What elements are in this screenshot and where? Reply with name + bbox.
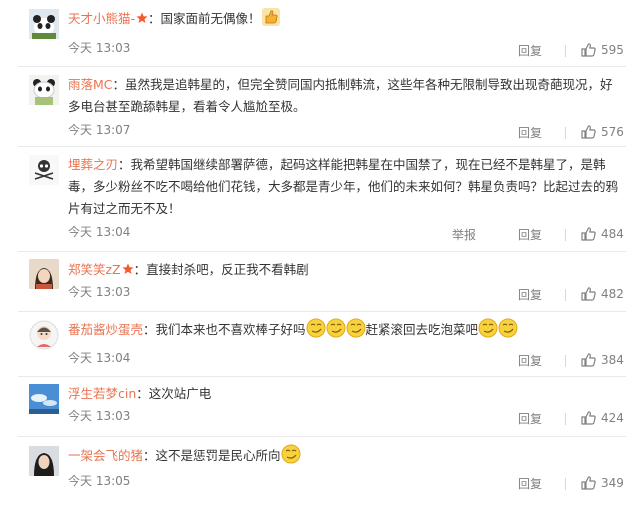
- comment-item: 郑笑笑zZ ：直接封杀吧，反正我不看韩剧 今天 13:03 回复 482: [18, 252, 626, 312]
- like-icon: [581, 476, 596, 490]
- reply-button[interactable]: 回复: [518, 475, 542, 492]
- smirk-emoji-icon: [305, 318, 326, 338]
- divider: [565, 413, 566, 425]
- like-count: 349: [601, 475, 624, 490]
- reply-button[interactable]: 回复: [518, 226, 542, 243]
- username-link[interactable]: 埋葬之刃: [68, 157, 118, 172]
- divider: [565, 127, 566, 139]
- comment-list: 天才小熊猫- ：国家面前无偶像！ 今天 13:03 回复 595 雨落MC：虽然我…: [0, 0, 638, 512]
- like-button[interactable]: 424: [581, 410, 624, 425]
- like-count: 424: [601, 410, 624, 425]
- username-link[interactable]: 一架会飞的猪: [68, 448, 143, 463]
- comment-item: 浮生若梦cin：这次站广电 今天 13:03 回复 424: [18, 377, 626, 437]
- username-link[interactable]: 浮生若梦cin: [68, 386, 136, 401]
- reply-button[interactable]: 回复: [518, 42, 542, 59]
- divider: [565, 45, 566, 57]
- like-count: 484: [601, 226, 624, 241]
- username-link[interactable]: 番茄酱炒蛋壳: [68, 322, 143, 337]
- sky-avatar-icon: [29, 384, 59, 414]
- reply-button[interactable]: 回复: [518, 410, 542, 427]
- username-link[interactable]: 雨落MC: [68, 77, 113, 92]
- panda-avatar-icon: [29, 9, 59, 39]
- smirk-emoji-icon: [325, 318, 346, 338]
- report-button[interactable]: 举报: [452, 226, 476, 243]
- like-icon: [581, 43, 596, 57]
- comment-item: 一架会飞的猪：这不是惩罚是民心所向 今天 13:05 回复 349: [18, 437, 626, 507]
- vip-star-icon: [122, 263, 134, 274]
- vip-star-icon: [136, 12, 148, 23]
- divider: [565, 229, 566, 241]
- like-count: 384: [601, 352, 624, 367]
- comment-text: ：国家面前无偶像！: [148, 11, 261, 26]
- like-count: 482: [601, 286, 624, 301]
- divider: [565, 289, 566, 301]
- avatar[interactable]: [29, 9, 59, 39]
- skull-avatar-icon: [29, 155, 59, 185]
- comment-item: 天才小熊猫- ：国家面前无偶像！ 今天 13:03 回复 595: [18, 0, 626, 67]
- comment-time: 今天 13:07: [68, 123, 131, 137]
- avatar[interactable]: [29, 259, 59, 289]
- comment-text: ：这不是惩罚是民心所向: [143, 448, 281, 463]
- smirk-emoji-icon: [498, 318, 518, 338]
- like-icon: [581, 411, 596, 425]
- comment-text: ：直接封杀吧，反正我不看韩剧: [133, 262, 309, 277]
- like-icon: [581, 125, 596, 139]
- avatar[interactable]: [29, 446, 59, 476]
- like-icon: [581, 353, 596, 367]
- girl-avatar-icon: [29, 259, 59, 289]
- reply-button[interactable]: 回复: [518, 124, 542, 141]
- like-button[interactable]: 576: [581, 124, 624, 139]
- panda-avatar-icon: [29, 75, 59, 105]
- avatar[interactable]: [29, 320, 59, 350]
- smirk-emoji-icon: [478, 318, 498, 338]
- divider: [565, 478, 566, 490]
- like-button[interactable]: 595: [581, 42, 624, 57]
- reply-button[interactable]: 回复: [518, 286, 542, 303]
- avatar[interactable]: [29, 75, 59, 105]
- smirk-emoji-icon: [345, 318, 366, 338]
- comment-text: ：这次站广电: [136, 386, 212, 401]
- comment-text: ：虽然我是追韩星的，但完全赞同国内抵制韩流，这些年各种无限制导致出现奇葩现况，好…: [68, 77, 613, 114]
- like-icon: [581, 287, 596, 301]
- like-icon: [581, 227, 596, 241]
- comment-time: 今天 13:05: [68, 474, 131, 488]
- like-count: 595: [601, 42, 624, 57]
- comment-time: 今天 13:03: [68, 41, 131, 55]
- username-link[interactable]: 天才小熊猫-: [68, 11, 135, 26]
- like-button[interactable]: 482: [581, 286, 624, 301]
- cartoon-avatar-icon: [29, 320, 59, 350]
- avatar[interactable]: [29, 384, 59, 414]
- comment-text-continued: 赶紧滚回去吃泡菜吧: [365, 322, 479, 337]
- like-button[interactable]: 384: [581, 352, 624, 367]
- reply-button[interactable]: 回复: [518, 352, 542, 369]
- person-avatar-icon: [29, 446, 59, 476]
- comment-text: ：我希望韩国继续部署萨德，起码这样能把韩星在中国禁了，现在已经不是韩星了，是韩毒…: [68, 157, 619, 216]
- comment-time: 今天 13:03: [68, 285, 131, 299]
- like-button[interactable]: 484: [581, 226, 624, 241]
- smirk-emoji-icon: [280, 444, 301, 464]
- comment-item: 雨落MC：虽然我是追韩星的，但完全赞同国内抵制韩流，这些年各种无限制导致出现奇葩…: [18, 67, 626, 147]
- comment-time: 今天 13:04: [68, 351, 131, 365]
- like-button[interactable]: 349: [581, 475, 624, 490]
- divider: [565, 355, 566, 367]
- avatar[interactable]: [29, 155, 59, 185]
- thumbs-up-emoji-icon: [261, 7, 280, 27]
- comment-item: 埋葬之刃：我希望韩国继续部署萨德，起码这样能把韩星在中国禁了，现在已经不是韩星了…: [18, 147, 626, 252]
- comment-text: ：我们本来也不喜欢棒子好吗: [143, 322, 306, 337]
- username-link[interactable]: 郑笑笑zZ: [68, 262, 121, 277]
- like-count: 576: [601, 124, 624, 139]
- comment-item: 番茄酱炒蛋壳：我们本来也不喜欢棒子好吗 赶紧滚回去吃泡菜吧 今天 13:04 回复…: [18, 312, 626, 377]
- comment-time: 今天 13:04: [68, 225, 131, 239]
- comment-time: 今天 13:03: [68, 409, 131, 423]
